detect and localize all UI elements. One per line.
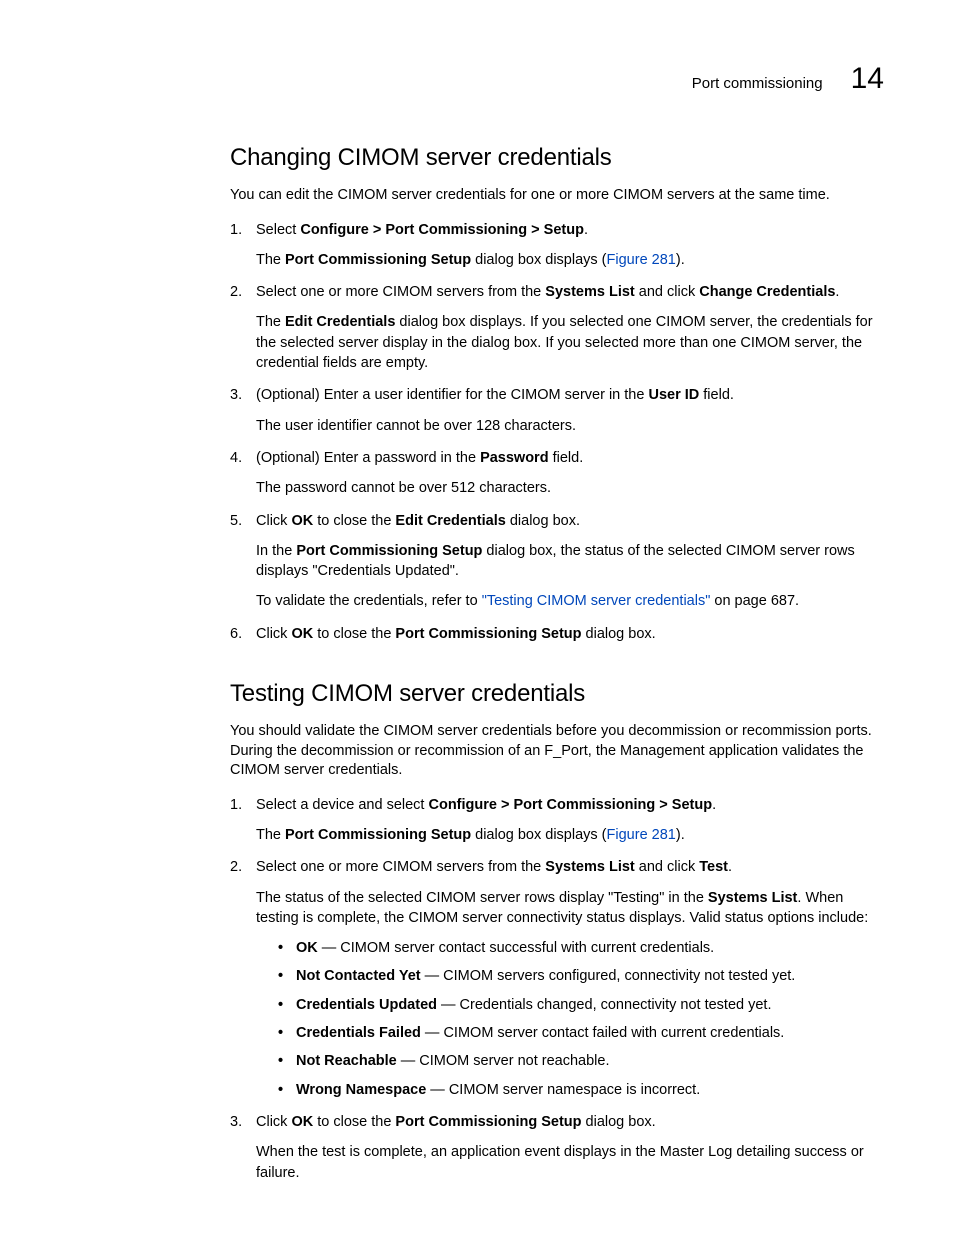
list-item: Wrong Namespace — CIMOM server namespace… [278,1080,874,1100]
step-3: Click OK to close the Port Commissioning… [230,1112,874,1183]
intro-paragraph: You can edit the CIMOM server credential… [230,186,874,206]
list-item: Not Contacted Yet — CIMOM servers config… [278,966,874,986]
list-item: Not Reachable — CIMOM server not reachab… [278,1051,874,1071]
step-text: Select Configure > Port Commissioning > … [256,222,588,238]
heading-changing-credentials: Changing CIMOM server credentials [230,144,874,172]
step-sub: The password cannot be over 512 characte… [256,478,874,498]
step-sub: The Edit Credentials dialog box displays… [256,312,874,373]
status-bullet-list: OK — CIMOM server contact successful wit… [256,938,874,1100]
step-text: Select a device and select Configure > P… [256,797,716,813]
step-text: Click OK to close the Port Commissioning… [256,1114,656,1130]
figure-link[interactable]: Figure 281 [607,827,676,843]
step-text: (Optional) Enter a password in the Passw… [256,450,583,466]
cross-ref-link[interactable]: "Testing CIMOM server credentials" [482,593,711,609]
step-sub: In the Port Commissioning Setup dialog b… [256,541,874,582]
page-content: Changing CIMOM server credentials You ca… [70,144,884,1183]
section-testing: Testing CIMOM server credentials You sho… [230,680,874,1183]
step-sub: The Port Commissioning Setup dialog box … [256,250,874,270]
step-text: (Optional) Enter a user identifier for t… [256,387,734,403]
steps-list-changing: Select Configure > Port Commissioning > … [230,220,874,644]
step-sub: The user identifier cannot be over 128 c… [256,416,874,436]
header-section: Port commissioning [692,75,823,92]
step-2: Select one or more CIMOM servers from th… [230,282,874,373]
heading-testing-credentials: Testing CIMOM server credentials [230,680,874,708]
step-text: Select one or more CIMOM servers from th… [256,859,732,875]
step-text: Click OK to close the Edit Credentials d… [256,513,580,529]
list-item: Credentials Failed — CIMOM server contac… [278,1023,874,1043]
step-1: Select a device and select Configure > P… [230,795,874,846]
header-chapter-number: 14 [851,62,884,96]
step-5: Click OK to close the Edit Credentials d… [230,511,874,612]
step-1: Select Configure > Port Commissioning > … [230,220,874,271]
step-sub: The Port Commissioning Setup dialog box … [256,825,874,845]
list-item: OK — CIMOM server contact successful wit… [278,938,874,958]
page-header: Port commissioning 14 [70,62,884,96]
step-2: Select one or more CIMOM servers from th… [230,857,874,1100]
figure-link[interactable]: Figure 281 [607,252,676,268]
intro-paragraph: You should validate the CIMOM server cre… [230,722,874,781]
step-sub: To validate the credentials, refer to "T… [256,591,874,611]
step-4: (Optional) Enter a password in the Passw… [230,448,874,499]
step-text: Select one or more CIMOM servers from th… [256,284,839,300]
step-text: Click OK to close the Port Commissioning… [256,626,656,642]
steps-list-testing: Select a device and select Configure > P… [230,795,874,1183]
list-item: Credentials Updated — Credentials change… [278,995,874,1015]
step-sub: When the test is complete, an applicatio… [256,1142,874,1183]
step-3: (Optional) Enter a user identifier for t… [230,385,874,436]
step-6: Click OK to close the Port Commissioning… [230,624,874,644]
step-sub: The status of the selected CIMOM server … [256,888,874,929]
